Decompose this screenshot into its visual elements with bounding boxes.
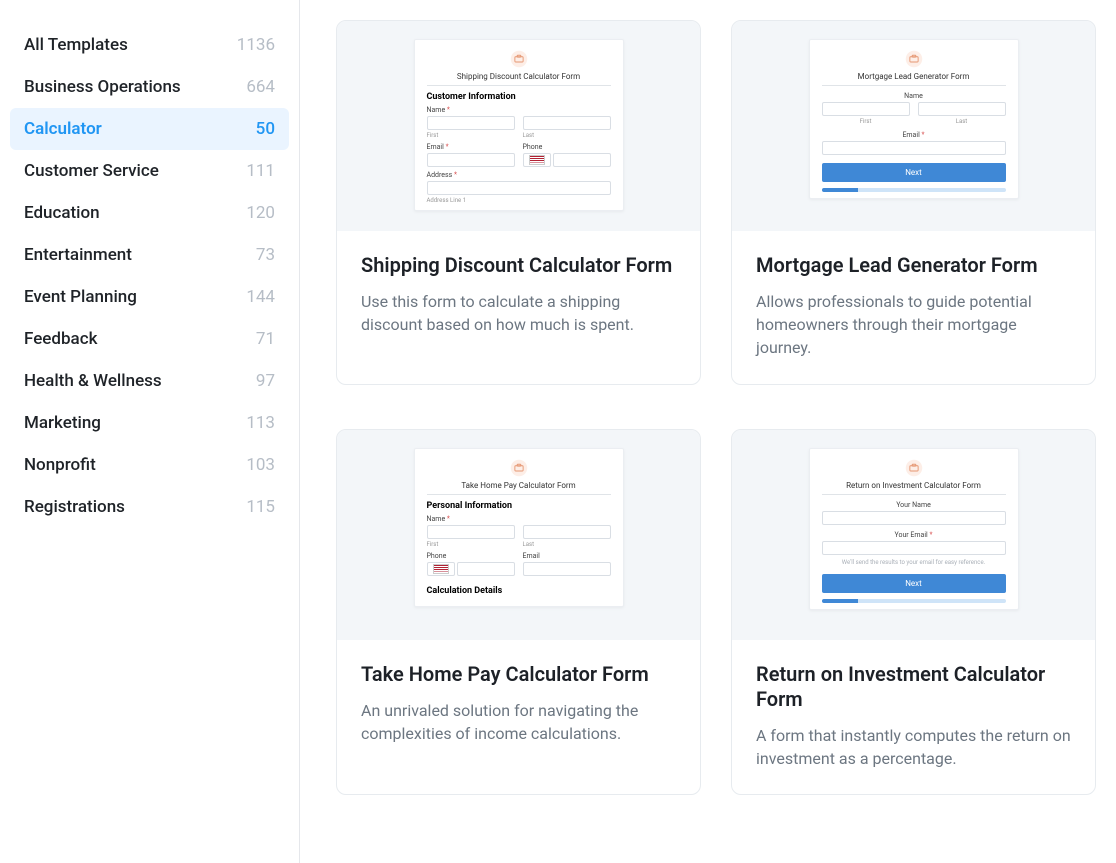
template-preview: Shipping Discount Calculator Form Custom… bbox=[337, 21, 700, 231]
sidebar-item-education[interactable]: Education 120 bbox=[10, 192, 289, 234]
card-description: Use this form to calculate a shipping di… bbox=[361, 290, 676, 336]
template-preview: Mortgage Lead Generator Form Name First … bbox=[732, 21, 1095, 231]
mini-title: Return on Investment Calculator Form bbox=[822, 481, 1006, 495]
sidebar-item-count: 97 bbox=[256, 371, 275, 391]
mini-form: Take Home Pay Calculator Form Personal I… bbox=[414, 448, 624, 607]
sidebar-item-calculator[interactable]: Calculator 50 bbox=[10, 108, 289, 150]
card-body: Take Home Pay Calculator Form An unrival… bbox=[337, 640, 700, 769]
card-body: Return on Investment Calculator Form A f… bbox=[732, 640, 1095, 794]
sidebar-item-label: Event Planning bbox=[24, 287, 137, 307]
progress-bar bbox=[822, 188, 1006, 192]
briefcase-icon bbox=[427, 459, 611, 477]
sidebar-item-label: Feedback bbox=[24, 329, 97, 349]
card-description: A form that instantly computes the retur… bbox=[756, 724, 1071, 770]
template-preview: Take Home Pay Calculator Form Personal I… bbox=[337, 430, 700, 640]
mini-title: Mortgage Lead Generator Form bbox=[822, 72, 1006, 86]
sidebar-item-count: 113 bbox=[246, 413, 275, 433]
briefcase-icon bbox=[822, 459, 1006, 477]
card-body: Mortgage Lead Generator Form Allows prof… bbox=[732, 231, 1095, 384]
sidebar-item-count: 50 bbox=[256, 119, 275, 139]
sidebar-item-label: Customer Service bbox=[24, 161, 159, 181]
template-card-roi-calculator[interactable]: Return on Investment Calculator Form You… bbox=[731, 429, 1096, 795]
sidebar-item-count: 144 bbox=[246, 287, 275, 307]
progress-bar bbox=[822, 599, 1006, 603]
templates-grid: Shipping Discount Calculator Form Custom… bbox=[300, 0, 1116, 863]
template-card-take-home-pay[interactable]: Take Home Pay Calculator Form Personal I… bbox=[336, 429, 701, 795]
card-title: Take Home Pay Calculator Form bbox=[361, 662, 676, 687]
briefcase-icon bbox=[822, 50, 1006, 68]
sidebar-item-count: 1136 bbox=[237, 35, 275, 55]
mini-section: Personal Information bbox=[427, 501, 611, 511]
sidebar-item-label: Business Operations bbox=[24, 77, 181, 97]
sidebar-item-count: 115 bbox=[246, 497, 275, 517]
sidebar-item-count: 103 bbox=[246, 455, 275, 475]
mini-form: Return on Investment Calculator Form You… bbox=[809, 448, 1019, 610]
sidebar-item-event-planning[interactable]: Event Planning 144 bbox=[10, 276, 289, 318]
flag-icon bbox=[433, 564, 449, 574]
sidebar-item-business-operations[interactable]: Business Operations 664 bbox=[10, 66, 289, 108]
template-preview: Return on Investment Calculator Form You… bbox=[732, 430, 1095, 640]
mini-form: Shipping Discount Calculator Form Custom… bbox=[414, 39, 624, 211]
sidebar-item-count: 120 bbox=[246, 203, 275, 223]
card-description: An unrivaled solution for navigating the… bbox=[361, 699, 676, 745]
mini-title: Shipping Discount Calculator Form bbox=[427, 72, 611, 86]
sidebar-item-registrations[interactable]: Registrations 115 bbox=[10, 486, 289, 528]
mini-title: Take Home Pay Calculator Form bbox=[427, 481, 611, 495]
sidebar-item-label: Registrations bbox=[24, 497, 125, 517]
sidebar-item-entertainment[interactable]: Entertainment 73 bbox=[10, 234, 289, 276]
sidebar-item-feedback[interactable]: Feedback 71 bbox=[10, 318, 289, 360]
mini-section: Calculation Details bbox=[427, 586, 611, 596]
next-button: Next bbox=[822, 574, 1006, 593]
card-description: Allows professionals to guide potential … bbox=[756, 290, 1071, 360]
sidebar-item-count: 73 bbox=[256, 245, 275, 265]
sidebar-item-health-wellness[interactable]: Health & Wellness 97 bbox=[10, 360, 289, 402]
card-body: Shipping Discount Calculator Form Use th… bbox=[337, 231, 700, 360]
briefcase-icon bbox=[427, 50, 611, 68]
sidebar-item-count: 71 bbox=[256, 329, 275, 349]
sidebar-item-label: Calculator bbox=[24, 119, 102, 139]
template-card-shipping-discount[interactable]: Shipping Discount Calculator Form Custom… bbox=[336, 20, 701, 385]
sidebar-item-nonprofit[interactable]: Nonprofit 103 bbox=[10, 444, 289, 486]
sidebar-item-customer-service[interactable]: Customer Service 111 bbox=[10, 150, 289, 192]
sidebar-item-marketing[interactable]: Marketing 113 bbox=[10, 402, 289, 444]
sidebar-item-label: Health & Wellness bbox=[24, 371, 162, 391]
flag-icon bbox=[529, 155, 545, 165]
sidebar: All Templates 1136 Business Operations 6… bbox=[0, 0, 300, 863]
sidebar-item-label: Entertainment bbox=[24, 245, 132, 265]
card-title: Shipping Discount Calculator Form bbox=[361, 253, 676, 278]
sidebar-item-count: 664 bbox=[246, 77, 275, 97]
sidebar-item-label: Education bbox=[24, 203, 100, 223]
card-title: Return on Investment Calculator Form bbox=[756, 662, 1071, 712]
sidebar-item-label: Marketing bbox=[24, 413, 101, 433]
card-title: Mortgage Lead Generator Form bbox=[756, 253, 1071, 278]
sidebar-item-count: 111 bbox=[246, 161, 275, 181]
mini-section: Customer Information bbox=[427, 92, 611, 102]
next-button: Next bbox=[822, 163, 1006, 182]
sidebar-item-label: Nonprofit bbox=[24, 455, 96, 475]
sidebar-item-label: All Templates bbox=[24, 35, 128, 55]
mini-form: Mortgage Lead Generator Form Name First … bbox=[809, 39, 1019, 199]
sidebar-item-all-templates[interactable]: All Templates 1136 bbox=[10, 24, 289, 66]
template-card-mortgage-lead[interactable]: Mortgage Lead Generator Form Name First … bbox=[731, 20, 1096, 385]
